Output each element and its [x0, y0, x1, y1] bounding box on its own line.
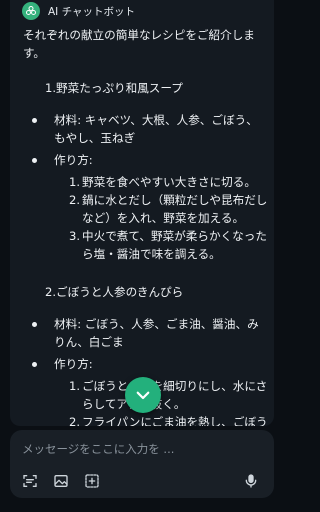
- recipe-title: 1.野菜たっぷり和風スープ: [45, 81, 183, 95]
- image-icon: [54, 475, 68, 487]
- add-square-icon: [85, 474, 99, 488]
- step-item: 3. 中火で煮て、野菜が柔らかくなったら塩・醤油で味を調える。: [69, 227, 269, 263]
- step-number: 1.: [69, 379, 81, 393]
- step-text: フライパンにごま油を熱し、ごぼうと人参を炒める。: [82, 415, 268, 426]
- bot-header: AI チャットボット: [22, 2, 135, 20]
- message-intro: それぞれの献立の簡単なレシピをご紹介します。: [23, 28, 255, 60]
- scroll-down-button[interactable]: [125, 377, 161, 413]
- step-item: 1. 野菜を食べやすい大きさに切る。: [69, 173, 269, 191]
- bot-name: AI チャットボット: [48, 5, 136, 18]
- step-number: 2.: [69, 193, 81, 207]
- method-label: 作り方:: [23, 151, 269, 169]
- recipe-title: 2.ごぼうと人参のきんぴら: [45, 285, 184, 299]
- step-text: ごぼうと人参を細切りにし、水にさらしてアクを抜く。: [82, 379, 268, 411]
- image-button[interactable]: [52, 472, 70, 490]
- step-number: 3.: [69, 229, 81, 243]
- microphone-icon: [245, 474, 257, 488]
- chat-screen: AI チャットボット それぞれの献立の簡単なレシピをご紹介します。 1.野菜たっ…: [0, 0, 284, 512]
- steps-list: 1. 野菜を食べやすい大きさに切る。 2. 鍋に水とだし（顆粒だしや昆布だしなど…: [23, 173, 269, 263]
- add-button[interactable]: [83, 472, 101, 490]
- step-item: 1. ごぼうと人参を細切りにし、水にさらしてアクを抜く。: [69, 377, 269, 413]
- scan-text-icon: [23, 475, 37, 487]
- method-label: 作り方:: [23, 355, 269, 373]
- openai-logo-icon: [22, 2, 40, 20]
- message-content: それぞれの献立の簡単なレシピをご紹介します。 1.野菜たっぷり和風スープ 材料:…: [23, 26, 269, 426]
- step-number: 1.: [69, 175, 81, 189]
- message-input[interactable]: [22, 439, 262, 459]
- step-text: 鍋に水とだし（顆粒だしや昆布だしなど）を入れ、野菜を加える。: [82, 193, 268, 225]
- microphone-button[interactable]: [242, 472, 260, 490]
- step-item: 2. 鍋に水とだし（顆粒だしや昆布だしなど）を入れ、野菜を加える。: [69, 191, 269, 227]
- bot-message-bubble: AI チャットボット それぞれの献立の簡単なレシピをご紹介します。 1.野菜たっ…: [10, 0, 274, 426]
- chevron-down-icon: [136, 391, 150, 400]
- scan-text-button[interactable]: [21, 472, 39, 490]
- ingredients-item: 材料: キャベツ、大根、人参、ごぼう、もやし、玉ねぎ: [23, 111, 269, 147]
- step-text: 野菜を食べやすい大きさに切る。: [82, 175, 256, 189]
- step-text: 中火で煮て、野菜が柔らかくなったら塩・醤油で味を調える。: [82, 229, 267, 261]
- step-number: 2.: [69, 415, 81, 426]
- ingredients-item: 材料: ごぼう、人参、ごま油、醤油、みりん、白ごま: [23, 315, 269, 351]
- step-item: 2. フライパンにごま油を熱し、ごぼうと人参を炒める。: [69, 413, 269, 426]
- message-composer: [10, 430, 274, 498]
